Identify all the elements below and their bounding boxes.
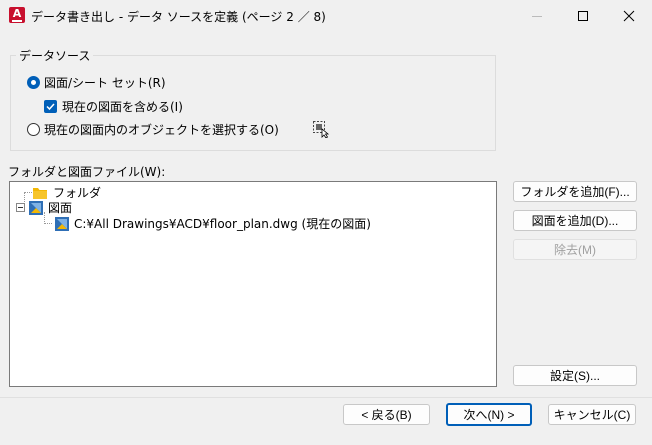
- drawing-icon: [29, 200, 43, 215]
- checkbox-checked-icon[interactable]: [44, 100, 57, 113]
- files-tree[interactable]: フォルダ 図面 C:¥All Drawings¥ACD¥floor_plan.d…: [9, 181, 497, 387]
- radio-sheet-set[interactable]: 図面/シート セット(R): [27, 74, 166, 91]
- tree-item-dwg-file[interactable]: C:¥All Drawings¥ACD¥floor_plan.dwg (現在の図…: [54, 215, 371, 232]
- add-folder-button[interactable]: フォルダを追加(F)...: [513, 181, 637, 202]
- tree-item-dwg-file-label: C:¥All Drawings¥ACD¥floor_plan.dwg (現在の図…: [74, 217, 371, 231]
- radio-selected-icon[interactable]: [27, 76, 40, 89]
- data-source-legend: データソース: [16, 47, 94, 64]
- add-drawing-button[interactable]: 図面を追加(D)...: [513, 210, 637, 231]
- title-bar: A データ書き出し - データ ソースを定義 (ページ 2 ／ 8): [0, 0, 652, 32]
- window-title: データ書き出し - データ ソースを定義 (ページ 2 ／ 8): [31, 10, 326, 24]
- tree-item-drawings-label: 図面: [48, 201, 73, 215]
- autocad-app-icon: A: [9, 7, 25, 23]
- remove-button[interactable]: 除去(M): [513, 239, 637, 260]
- minimize-button[interactable]: [514, 0, 560, 32]
- cancel-button[interactable]: キャンセル(C): [548, 404, 636, 425]
- include-current-label: 現在の図面を含める(I): [62, 100, 183, 114]
- back-button[interactable]: < 戻る(B): [343, 404, 430, 425]
- minimize-icon: [532, 16, 542, 17]
- maximize-icon: [578, 11, 588, 21]
- next-button[interactable]: 次へ(N) >: [446, 403, 532, 426]
- collapse-icon[interactable]: [16, 203, 25, 212]
- radio-select-objects-label: 現在の図面内のオブジェクトを選択する(O): [44, 123, 279, 137]
- folder-icon: [33, 187, 47, 199]
- radio-sheet-set-label: 図面/シート セット(R): [44, 76, 166, 90]
- tree-item-drawings[interactable]: 図面: [16, 199, 72, 216]
- select-objects-icon[interactable]: [312, 120, 330, 138]
- files-list-label: フォルダと図面ファイル(W):: [8, 165, 166, 179]
- radio-unselected-icon[interactable]: [27, 123, 40, 136]
- settings-button[interactable]: 設定(S)...: [513, 365, 637, 386]
- dwg-file-icon: [55, 216, 69, 231]
- include-current-checkbox[interactable]: 現在の図面を含める(I): [44, 98, 183, 115]
- maximize-button[interactable]: [560, 0, 606, 32]
- footer-divider: [0, 397, 652, 398]
- close-button[interactable]: [606, 0, 652, 32]
- radio-select-objects[interactable]: 現在の図面内のオブジェクトを選択する(O): [27, 121, 279, 138]
- close-icon: [623, 10, 635, 22]
